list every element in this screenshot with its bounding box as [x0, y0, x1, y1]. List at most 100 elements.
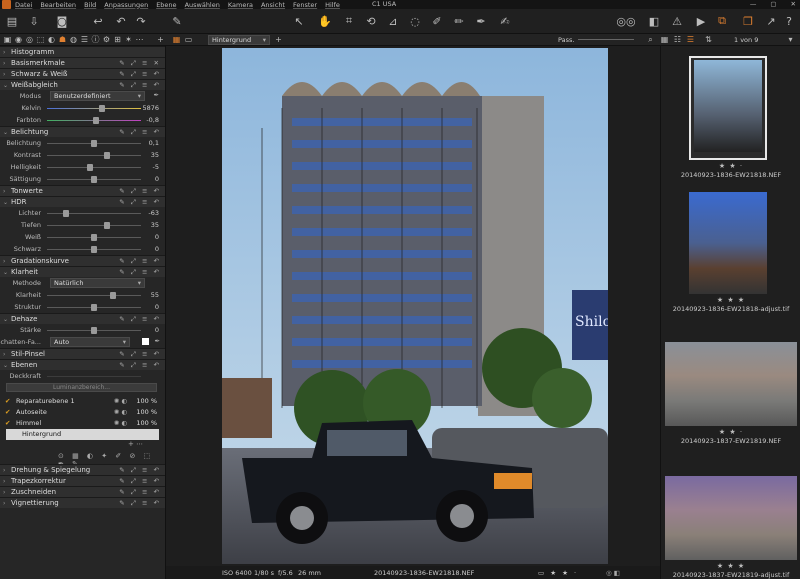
status-info-icon[interactable]: ◎ ◧ — [606, 569, 620, 577]
section-tools-icon[interactable]: ✎ ⤢ ≡ ↶ — [119, 477, 161, 486]
maximize-icon[interactable]: ▢ — [770, 0, 776, 9]
add-layer-icon[interactable]: + — [274, 35, 283, 44]
slider-value[interactable]: 35 — [151, 221, 159, 229]
compare-icon[interactable]: ◧ — [646, 13, 662, 29]
export-icon[interactable]: ↗ — [764, 13, 778, 29]
section-wb[interactable]: ⌄ Weißabgleich ✎ ⤢ ≡ ↶ — [0, 79, 165, 90]
tint-value[interactable]: -0,8 — [146, 116, 159, 124]
slider-value[interactable]: -5 — [153, 163, 159, 171]
help-icon[interactable]: ? — [782, 13, 796, 29]
slider-knob[interactable] — [91, 304, 97, 311]
tab-metadata-icon[interactable]: ⓘ — [91, 35, 100, 44]
section-tools-icon[interactable]: ✎ ⤢ ≡ ↶ — [119, 81, 161, 90]
search-icon[interactable]: ⌕ — [646, 35, 655, 44]
spot-tool-icon[interactable]: ◌ — [408, 13, 422, 29]
kelvin-slider[interactable] — [47, 105, 141, 112]
layer-visible-checkbox[interactable]: ✔ — [5, 396, 10, 407]
rating-stars[interactable]: ▭ ★ ★ · — [538, 569, 578, 577]
tab-adjust-icon[interactable]: ☰ — [80, 35, 89, 44]
menu-anpassungen[interactable]: Anpassungen — [104, 1, 148, 9]
eyedropper-icon[interactable]: ✒ — [155, 337, 160, 345]
picker-tool-icon[interactable]: ✒ — [474, 13, 488, 29]
slider-knob[interactable] — [91, 176, 97, 183]
tab-lens-icon[interactable]: ◎ — [25, 35, 34, 44]
adjust-slider[interactable] — [47, 210, 141, 217]
menu-auswaehlen[interactable]: Auswählen — [185, 1, 220, 9]
section-tools-icon[interactable]: ✎ ⤢ ≡ ↶ — [119, 315, 161, 324]
section-tools-icon[interactable]: ✎ ⤢ ≡ ↶ — [119, 257, 161, 266]
import-icon[interactable]: ⇩ — [26, 13, 42, 29]
slider-knob[interactable] — [91, 234, 97, 241]
layer-visible-checkbox[interactable]: ✔ — [5, 418, 10, 429]
camera-icon[interactable]: ◙ — [54, 13, 70, 29]
adjust-slider[interactable] — [47, 222, 141, 229]
batch-icon[interactable]: ❐ — [740, 13, 756, 29]
eyedropper-icon[interactable]: ✒ — [154, 91, 159, 99]
section-exposure[interactable]: ⌄ Belichtung ✎ ⤢ ≡ ↶ — [0, 126, 165, 137]
section-tools-icon[interactable]: ✎ ⤢ ≡ ↶ — [119, 128, 161, 137]
slider-value[interactable]: 0 — [155, 233, 159, 241]
slider-value[interactable]: 35 — [151, 151, 159, 159]
thumb-1-stars[interactable]: ★ ★ · — [661, 162, 800, 170]
dehaze-strength-value[interactable]: 0 — [155, 326, 159, 334]
color-swatch[interactable] — [142, 338, 149, 345]
adjust-slider[interactable] — [47, 304, 141, 311]
tint-slider[interactable] — [47, 117, 141, 124]
wb-mode-select[interactable]: Benutzerdefiniert — [50, 91, 145, 101]
keystone-tool-icon[interactable]: ⊿ — [386, 13, 400, 29]
section-curve[interactable]: › Gradationskurve ✎ ⤢ ≡ ↶ — [0, 255, 165, 266]
filter-icon[interactable]: ▾ — [786, 35, 795, 44]
menu-hilfe[interactable]: Hilfe — [325, 1, 340, 9]
thumbnail-1[interactable] — [694, 60, 762, 152]
section-tools-icon[interactable]: ✎ ⤢ ≡ ↶ — [119, 268, 161, 277]
layer-mask-icon[interactable]: ✺ ◐ — [114, 396, 127, 407]
slider-knob[interactable] — [91, 140, 97, 147]
section-dehaze[interactable]: ⌄ Dehaze ✎ ⤢ ≡ ↶ — [0, 313, 165, 324]
rotate-tool-icon[interactable]: ⟲ — [364, 13, 378, 29]
filmstrip-strip-icon[interactable]: ☰ — [686, 35, 695, 44]
filmstrip-grid-icon[interactable]: ▦ — [660, 35, 669, 44]
tab-output-icon[interactable]: ⚙ — [102, 35, 111, 44]
tab-add-icon[interactable]: + — [156, 35, 165, 44]
section-tools-icon[interactable]: ✎ ⤢ ≡ ↶ — [119, 466, 161, 475]
tab-exposure-icon[interactable]: ☗ — [58, 35, 67, 44]
redo-icon[interactable]: ↷ — [134, 13, 148, 29]
filmstrip-list-icon[interactable]: ☷ — [673, 35, 682, 44]
tab-custom-icon[interactable]: ✶ — [124, 35, 133, 44]
zoom-slider[interactable] — [578, 39, 634, 40]
opacity-slider[interactable] — [47, 376, 141, 377]
section-vignette[interactable]: › Vignettierung ✎ ⤢ ≡ ↶ — [0, 497, 165, 508]
grid-view-icon[interactable]: ▦ — [172, 35, 181, 44]
undo-icon[interactable]: ↶ — [114, 13, 128, 29]
tab-color-icon[interactable]: ◐ — [47, 35, 56, 44]
slider-value[interactable]: -63 — [148, 209, 159, 217]
thumbnail-2[interactable] — [689, 192, 767, 294]
menu-datei[interactable]: Datei — [15, 1, 32, 9]
section-tools-icon[interactable]: ✎ ⤢ ≡ ↶ — [119, 488, 161, 497]
thumb-4-stars[interactable]: ★ ★ ★ — [661, 562, 800, 570]
luma-range-button[interactable]: Luminanzbereich... — [6, 383, 157, 392]
adjust-slider[interactable] — [47, 234, 141, 241]
slider-knob[interactable] — [91, 246, 97, 253]
section-keystone[interactable]: › Trapezkorrektur ✎ ⤢ ≡ ↶ — [0, 475, 165, 486]
slider-knob[interactable] — [110, 292, 117, 299]
slider-value[interactable]: 0,1 — [149, 139, 159, 147]
slider-knob[interactable] — [62, 210, 69, 217]
tab-details-icon[interactable]: ◍ — [69, 35, 78, 44]
add-layer-icon[interactable]: + ⋯ — [128, 440, 143, 448]
tab-batch-icon[interactable]: ⊞ — [113, 35, 122, 44]
section-tools-icon[interactable]: ✎ ⤢ ≡ ↶ — [119, 361, 161, 370]
section-tools-icon[interactable]: ✎ ⤢ ≡ ↶ — [119, 198, 161, 207]
section-tools-icon[interactable]: ✎ ⤢ ≡ ↶ — [119, 70, 161, 79]
menu-ansicht[interactable]: Ansicht — [261, 1, 285, 9]
layer-select[interactable]: Hintergrund ▾ — [208, 35, 270, 45]
alert-icon[interactable]: ⚠ — [670, 13, 684, 29]
menu-kamera[interactable]: Kamera — [228, 1, 253, 9]
layer-mask-icon[interactable]: ✺ ◐ — [114, 407, 127, 418]
section-tools-icon[interactable]: ✎ ⤢ ≡ ✕ — [119, 59, 161, 68]
adjust-slider[interactable] — [47, 152, 141, 159]
section-crop[interactable]: › Zuschneiden ✎ ⤢ ≡ ↶ — [0, 486, 165, 497]
thumbnail-3[interactable] — [665, 342, 797, 426]
adjust-slider[interactable] — [47, 292, 141, 299]
menu-fenster[interactable]: Fenster — [293, 1, 317, 9]
